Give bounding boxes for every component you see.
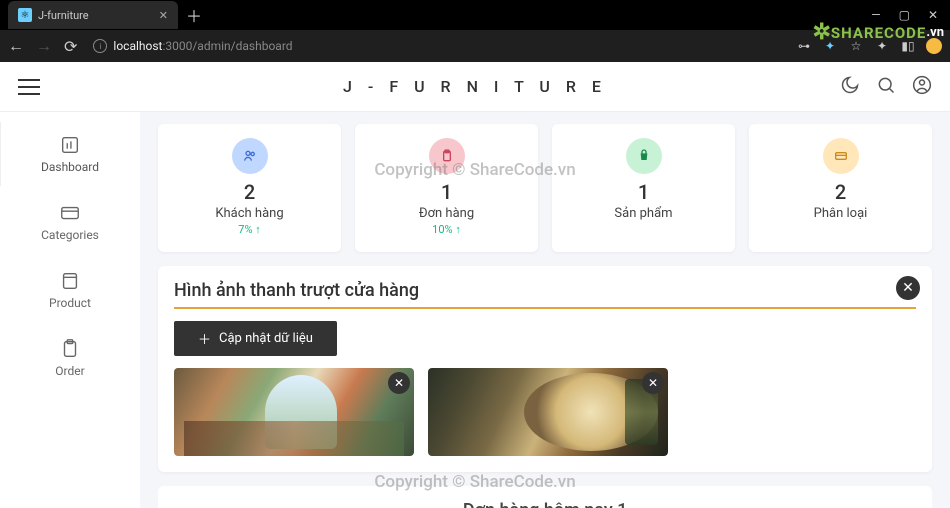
stat-card-customers: 2 Khách hàng 7% ↑ [158,124,341,252]
tab-close-icon[interactable]: ✕ [159,9,168,22]
slider-section: Hình ảnh thanh trượt cửa hàng ✕ ＋ Cập nh… [158,266,932,472]
slider-images-row: ✕ ✕ [174,368,916,456]
key-icon[interactable]: ⊶ [796,38,812,54]
section-close-icon[interactable]: ✕ [896,276,920,300]
nav-forward-icon[interactable]: → [36,36,52,56]
nav-back-icon[interactable]: ← [8,36,24,56]
dashboard-icon [59,134,81,156]
browser-tab[interactable]: ⚛ J-furniture ✕ [8,1,178,29]
new-tab-button[interactable]: ＋ [186,3,202,27]
stat-card-products: 1 Sản phẩm [552,124,735,252]
stat-value: 2 [759,180,922,204]
stat-value: 1 [365,180,528,204]
sidebar: Dashboard Categories Product Order [0,112,140,508]
browser-toolbar: ← → ⟳ i localhost:3000/admin/dashboard ⊶… [0,30,950,62]
slider-image[interactable]: ✕ [428,368,668,456]
stat-delta: 7% ↑ [168,223,331,236]
bag-icon [626,138,662,174]
update-button-label: Cập nhật dữ liệu [219,331,313,346]
sidebar-item-dashboard[interactable]: Dashboard [0,122,140,186]
slide-thumbnail [428,368,668,456]
stat-card-categories: 2 Phân loại [749,124,932,252]
user-account-icon[interactable] [912,75,932,99]
sidebar-item-label: Product [49,296,91,310]
today-orders-section: Đơn hàng hôm nay 1 [158,486,932,508]
stat-card-orders: 1 Đơn hàng 10% ↑ [355,124,538,252]
update-data-button[interactable]: ＋ Cập nhật dữ liệu [174,321,337,356]
delete-slide-icon[interactable]: ✕ [642,372,664,394]
search-icon[interactable] [876,75,896,99]
sidebar-item-label: Order [55,364,84,378]
product-icon [59,270,81,292]
sidebar-item-product[interactable]: Product [0,258,140,322]
stat-value: 1 [562,180,725,204]
main-content: 2 Khách hàng 7% ↑ 1 Đơn hàng 10% ↑ 1 Sản… [140,112,950,508]
browser-titlebar: ⚛ J-furniture ✕ ＋ — ▢ ✕ [0,0,950,30]
app-header: J - F U R N I T U R E [0,62,950,112]
stats-row: 2 Khách hàng 7% ↑ 1 Đơn hàng 10% ↑ 1 Sản… [158,124,932,252]
react-favicon: ⚛ [18,8,32,22]
site-info-icon[interactable]: i [93,39,107,53]
slide-thumbnail [174,368,414,456]
card-icon [823,138,859,174]
section-title: Hình ảnh thanh trượt cửa hàng [174,280,916,301]
stat-delta: 10% ↑ [365,223,528,236]
stat-label: Phân loại [759,206,922,221]
menu-toggle-button[interactable] [18,79,40,95]
stat-label: Khách hàng [168,206,331,221]
slider-image[interactable]: ✕ [174,368,414,456]
stat-value: 2 [168,180,331,204]
section-divider [174,307,916,309]
clipboard-icon [429,138,465,174]
users-icon [232,138,268,174]
delete-slide-icon[interactable]: ✕ [388,372,410,394]
sidebar-item-order[interactable]: Order [0,326,140,390]
plus-icon: ＋ [198,329,211,348]
stat-label: Đơn hàng [365,206,528,221]
watermark-logo: ✲ SHARECODE.vn [812,20,944,45]
theme-toggle-icon[interactable] [840,75,860,99]
stat-label: Sản phẩm [562,206,725,221]
url-text: localhost:3000/admin/dashboard [113,39,292,53]
sidebar-item-label: Dashboard [41,160,99,174]
url-bar[interactable]: i localhost:3000/admin/dashboard [89,34,784,58]
tab-title: J-furniture [38,9,89,22]
nav-reload-icon[interactable]: ⟳ [64,37,77,56]
brand-title: J - F U R N I T U R E [343,77,607,96]
watermark-gear-icon: ✲ [812,20,830,45]
categories-icon [59,202,81,224]
section-title: Đơn hàng hôm nay 1 [174,500,916,508]
sidebar-item-label: Categories [41,228,99,242]
sidebar-item-categories[interactable]: Categories [0,190,140,254]
order-icon [59,338,81,360]
